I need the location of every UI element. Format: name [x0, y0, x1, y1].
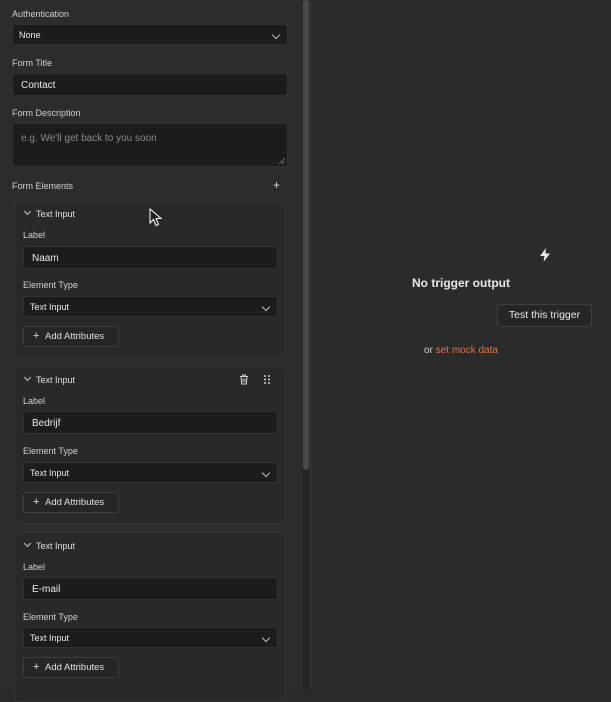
- output-panel: No trigger output Test this trigger or s…: [311, 0, 611, 690]
- label-caption: Label: [23, 562, 46, 572]
- plus-icon: +: [33, 496, 40, 508]
- chevron-down-icon[interactable]: [23, 539, 32, 548]
- add-element-button[interactable]: +: [273, 178, 280, 192]
- label-input[interactable]: Naam: [23, 246, 278, 269]
- mouse-cursor-icon: [149, 208, 163, 227]
- label-value: Bedrijf: [32, 418, 61, 429]
- form-description-label: Form Description: [12, 108, 81, 118]
- add-attributes-button[interactable]: + Add Attributes: [23, 492, 119, 513]
- element-title: Text Input: [36, 375, 76, 385]
- mock-data-line: or set mock data: [311, 345, 611, 356]
- add-attributes-button[interactable]: + Add Attributes: [23, 326, 119, 347]
- config-panel: Authentication None Form Title Contact F…: [0, 0, 302, 702]
- add-attributes-label: Add Attributes: [45, 662, 105, 673]
- scrollbar-thumb[interactable]: [303, 0, 309, 470]
- drag-handle-icon[interactable]: [263, 374, 271, 385]
- authentication-label: Authentication: [12, 9, 70, 19]
- form-title-label: Form Title: [12, 58, 53, 68]
- chevron-down-icon: [261, 633, 271, 643]
- chevron-down-icon[interactable]: [23, 373, 32, 382]
- lightning-icon: [540, 248, 550, 262]
- element-type-select[interactable]: Text Input: [23, 627, 278, 648]
- plus-icon: +: [33, 661, 40, 673]
- chevron-down-icon: [271, 30, 281, 40]
- set-mock-data-link[interactable]: set mock data: [436, 345, 498, 356]
- element-type-caption: Element Type: [23, 446, 78, 456]
- form-element-card: Text Input Label E-mail Element Type Tex…: [14, 532, 286, 702]
- or-text: or: [424, 345, 433, 356]
- element-title: Text Input: [36, 541, 76, 551]
- element-type-value: Text Input: [30, 633, 70, 643]
- add-attributes-label: Add Attributes: [45, 331, 105, 342]
- form-description-placeholder: e.g. We'll get back to you soon: [21, 133, 157, 144]
- form-element-card: Text Input Label Bedrijf Element Type Te…: [14, 366, 286, 524]
- chevron-down-icon: [261, 468, 271, 478]
- label-value: Naam: [32, 253, 59, 264]
- label-value: E-mail: [32, 584, 61, 595]
- label-input[interactable]: Bedrijf: [23, 411, 278, 434]
- no-trigger-output-heading: No trigger output: [412, 276, 510, 290]
- element-type-value: Text Input: [30, 302, 70, 312]
- form-title-value: Contact: [21, 80, 56, 91]
- chevron-down-icon: [261, 302, 271, 312]
- add-attributes-label: Add Attributes: [45, 497, 105, 508]
- form-title-input[interactable]: Contact: [12, 73, 288, 96]
- element-type-select[interactable]: Text Input: [23, 296, 278, 317]
- resize-handle-icon[interactable]: [279, 158, 285, 164]
- label-caption: Label: [23, 230, 46, 240]
- element-type-caption: Element Type: [23, 280, 78, 290]
- trash-icon[interactable]: [239, 374, 249, 385]
- test-trigger-button[interactable]: Test this trigger: [497, 304, 592, 327]
- label-input[interactable]: E-mail: [23, 577, 278, 600]
- form-elements-label: Form Elements: [12, 181, 74, 191]
- plus-icon: +: [33, 330, 40, 342]
- element-type-caption: Element Type: [23, 612, 78, 622]
- form-description-textarea[interactable]: e.g. We'll get back to you soon: [12, 123, 288, 167]
- label-caption: Label: [23, 396, 46, 406]
- element-type-select[interactable]: Text Input: [23, 462, 278, 483]
- add-attributes-button[interactable]: + Add Attributes: [23, 657, 119, 678]
- authentication-value: None: [19, 30, 41, 40]
- plus-icon: +: [273, 178, 281, 192]
- authentication-select[interactable]: None: [12, 24, 288, 45]
- element-type-value: Text Input: [30, 468, 70, 478]
- chevron-down-icon[interactable]: [23, 207, 32, 216]
- element-title: Text Input: [36, 209, 76, 219]
